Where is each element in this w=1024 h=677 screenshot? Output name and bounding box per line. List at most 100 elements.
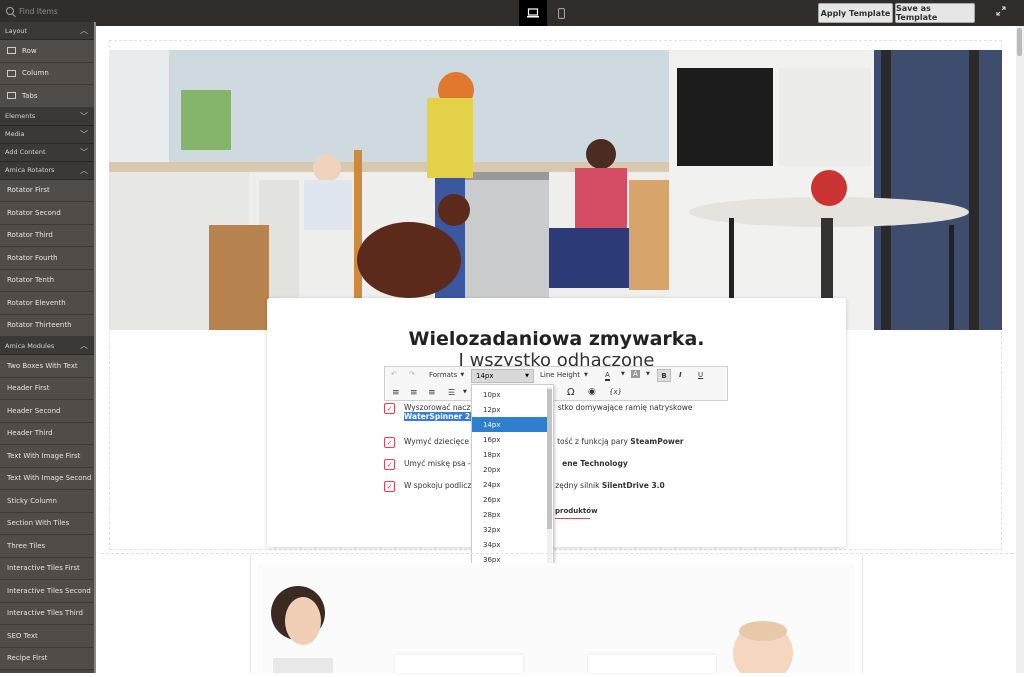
sidebar-item-module[interactable]: Header Second <box>0 400 94 423</box>
font-size-option[interactable]: 10px <box>472 387 547 402</box>
section-elements[interactable]: Elements ﹀ <box>0 107 94 126</box>
desktop-view-button[interactable] <box>519 0 547 26</box>
sidebar-item-module[interactable]: SEO Text <box>0 625 94 648</box>
sidebar-item-module[interactable]: Recipe First <box>0 647 94 670</box>
caret-down-icon[interactable]: ▼ <box>463 389 467 395</box>
special-character-button[interactable]: Ω <box>567 387 575 398</box>
text-color-icon[interactable]: A <box>605 371 610 381</box>
find-items-search[interactable]: Find Items <box>0 0 94 22</box>
page-scrollbar-thumb[interactable] <box>1017 28 1022 56</box>
list-text-highlighted: WaterSpinner 2.0 <box>404 412 479 421</box>
font-size-menu-scrollbar-thumb[interactable] <box>547 389 552 529</box>
sidebar-item-module[interactable]: Section With Tiles <box>0 512 94 535</box>
widget-icon[interactable]: ◉ <box>588 387 596 397</box>
search-icon <box>6 7 14 15</box>
background-color-icon[interactable]: A <box>631 370 640 378</box>
section-amica-modules-label: Amica Modules <box>5 341 55 350</box>
sidebar-item-rotator[interactable]: Rotator First <box>0 179 94 202</box>
list-icon[interactable]: ☰ <box>448 388 455 397</box>
italic-button[interactable]: I <box>679 371 682 379</box>
page-scrollbar[interactable] <box>1016 26 1024 673</box>
sidebar-item-label: Rotator Third <box>7 231 53 240</box>
font-size-option[interactable]: 16px <box>472 432 547 447</box>
sidebar-item-row[interactable]: Row <box>0 40 94 63</box>
caret-down-icon[interactable]: ▼ <box>646 371 650 377</box>
section-subheading: I wszystko odhaczone <box>458 350 655 366</box>
align-right-icon[interactable]: ≡ <box>428 388 436 398</box>
sidebar-item-label: Tabs <box>22 91 38 100</box>
tabs-icon <box>7 92 16 100</box>
sidebar-item-label: Rotator Thirteenth <box>7 321 72 330</box>
sidebar-item-rotator[interactable]: Rotator Eleventh <box>0 292 94 315</box>
section-media[interactable]: Media ﹀ <box>0 125 94 144</box>
sidebar-item-label: Header Third <box>7 429 53 438</box>
caret-down-icon: ▼ <box>525 373 529 379</box>
underline-button[interactable]: U <box>698 371 703 379</box>
font-size-option[interactable]: 18px <box>472 447 547 462</box>
chevron-down-icon: ﹀ <box>80 147 88 157</box>
sidebar-item-rotator[interactable]: Rotator Tenth <box>0 269 94 292</box>
sidebar-item-module[interactable]: Interactive Tiles Second <box>0 580 94 603</box>
variable-button[interactable]: {x} <box>609 388 622 396</box>
products-link[interactable]: produktów <box>555 507 598 519</box>
sidebar-item-label: Interactive Tiles Third <box>7 609 83 618</box>
caret-down-icon[interactable]: ▼ <box>621 371 625 377</box>
section-add-content[interactable]: Add Content ﹀ <box>0 143 94 162</box>
sidebar-item-rotator[interactable]: Rotator Fourth <box>0 247 94 270</box>
formats-dropdown[interactable]: Formats ▼ <box>429 371 464 379</box>
sidebar-item-module[interactable]: Header First <box>0 377 94 400</box>
redo-icon[interactable]: ↷ <box>409 370 415 378</box>
column-icon <box>7 69 16 77</box>
font-size-option[interactable]: 28px <box>472 507 547 522</box>
sidebar-item-module[interactable]: Text With Image First <box>0 445 94 468</box>
font-size-option[interactable]: 26px <box>472 492 547 507</box>
font-size-option[interactable]: 34px <box>472 537 547 552</box>
sidebar-item-rotator[interactable]: Rotator Thirteenth <box>0 314 94 337</box>
undo-icon[interactable]: ↶ <box>391 370 397 378</box>
sidebar-item-label: Recipe First <box>7 654 48 663</box>
section-layout-label: Layout <box>5 26 28 35</box>
bold-button[interactable]: B <box>657 369 671 382</box>
sidebar-item-module[interactable]: Header Third <box>0 422 94 445</box>
section-elements-label: Elements <box>5 112 36 120</box>
line-height-dropdown[interactable]: Line Height ▼ <box>540 371 588 379</box>
sidebar-item-module[interactable]: Text With Image Second <box>0 467 94 490</box>
font-size-option[interactable]: 20px <box>472 462 547 477</box>
sidebar-item-tabs[interactable]: Tabs <box>0 85 94 108</box>
chevron-down-icon: ﹀ <box>80 129 88 139</box>
section-layout[interactable]: Layout ︿ <box>0 22 94 40</box>
chevron-up-icon: ︿ <box>80 26 88 35</box>
line-height-label: Line Height <box>540 371 580 379</box>
fullscreen-toggle-icon[interactable] <box>994 6 1008 20</box>
sidebar-item-module[interactable]: Sticky Column <box>0 490 94 513</box>
sidebar-item-rotator[interactable]: Rotator Third <box>0 224 94 247</box>
font-size-option[interactable]: 12px <box>472 402 547 417</box>
tile-card[interactable] <box>588 655 716 673</box>
section-amica-modules[interactable]: Amica Modules ︿ <box>0 337 94 355</box>
sidebar-item-module[interactable]: Two Boxes With Text <box>0 355 94 378</box>
sidebar-item-label: Section With Tiles <box>7 519 70 528</box>
align-center-icon[interactable]: ≡ <box>410 388 418 398</box>
align-left-icon[interactable]: ≡ <box>392 388 400 398</box>
apply-template-button[interactable]: Apply Template <box>818 3 893 23</box>
chevron-up-icon: ︿ <box>80 341 88 350</box>
font-size-option-selected[interactable]: 14px <box>472 417 547 432</box>
save-as-template-button[interactable]: Save as Template <box>895 3 975 23</box>
sidebar-item-rotator[interactable]: Rotator Second <box>0 202 94 225</box>
sidebar-item-module[interactable]: Interactive Tiles First <box>0 557 94 580</box>
formats-label: Formats <box>429 371 458 379</box>
panel-sidebar: Layout ︿ Row Column Tabs Elements ﹀ Media ﹀… <box>0 22 94 673</box>
sidebar-item-column[interactable]: Column <box>0 62 94 85</box>
sidebar-item-module[interactable]: Interactive Tiles Third <box>0 602 94 625</box>
checkmark-icon: ✓ <box>384 481 395 492</box>
font-size-dropdown[interactable]: 14px ▼ <box>471 369 534 383</box>
sidebar-item-label: Text With Image First <box>7 451 81 460</box>
section-amica-rotators[interactable]: Amica Rotators ︿ <box>0 161 94 180</box>
sidebar-item-module[interactable]: Three Tiles <box>0 535 94 558</box>
mobile-view-button[interactable] <box>550 0 572 26</box>
font-size-option[interactable]: 32px <box>472 522 547 537</box>
wysiwyg-toolbar: ↶ ↷ Formats ▼ Line Height ▼ A ▼ A ▼ B I U … <box>384 366 728 401</box>
list-text-bold: ene Technology <box>562 459 628 468</box>
font-size-option[interactable]: 24px <box>472 477 547 492</box>
tile-card[interactable] <box>395 655 523 673</box>
